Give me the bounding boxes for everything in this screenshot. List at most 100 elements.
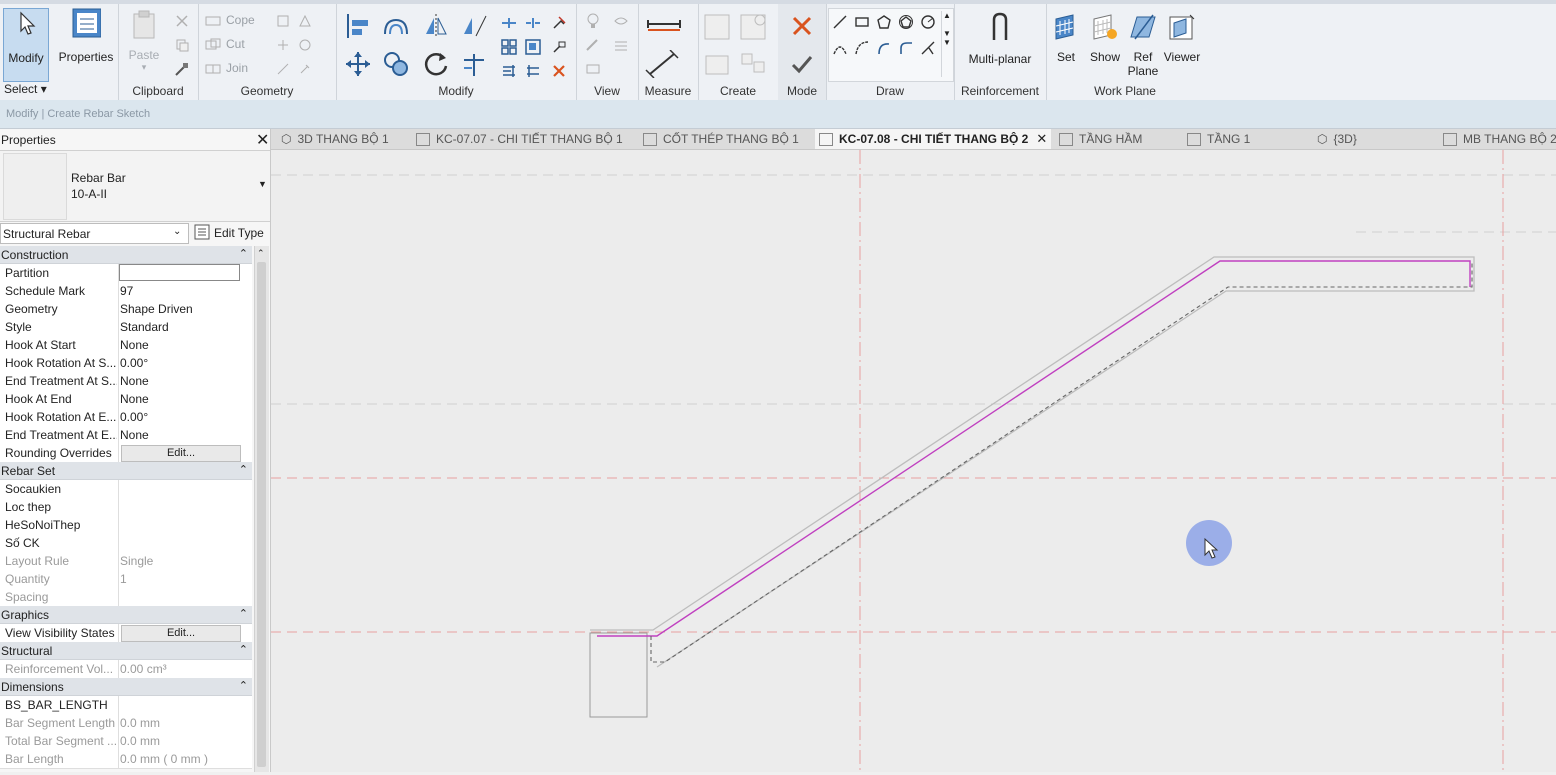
group-dimensions[interactable]: Dimensions ⌃ (0, 678, 252, 696)
array-icon[interactable] (500, 38, 518, 56)
group-structural[interactable]: Structural ⌃ (0, 642, 252, 660)
create-similar-icon[interactable] (738, 48, 768, 78)
viewer-button[interactable]: Viewer (1162, 12, 1202, 64)
instance-filter-dropdown[interactable]: Structural Rebar ⌄ (0, 223, 189, 244)
fillet-arc-icon[interactable] (897, 39, 915, 57)
set-workplane-button[interactable]: Set (1050, 12, 1082, 64)
arc-3pt-icon[interactable] (831, 39, 849, 57)
show-workplane-button[interactable]: Show (1088, 12, 1122, 64)
select-dropdown[interactable]: Select ▾ (4, 82, 47, 96)
close-tab-icon[interactable]: ✕ (1036, 131, 1047, 147)
type-dropdown-arrow-icon[interactable]: ▼ (258, 179, 267, 189)
group-graphics[interactable]: Graphics ⌃ (0, 606, 252, 624)
modify-button[interactable]: Modify (3, 8, 49, 82)
row-hook-rotation-start[interactable]: Hook Rotation At S... 0.00° (0, 354, 252, 373)
prop-value[interactable]: Shape Driven (120, 302, 240, 316)
linework-icon[interactable] (612, 36, 630, 54)
align-icon[interactable] (344, 12, 372, 40)
lightbulb-icon[interactable] (584, 12, 602, 30)
create-assembly-icon[interactable] (702, 12, 732, 42)
row-rounding-overrides[interactable]: Rounding Overrides Edit... (0, 444, 252, 463)
match-properties-icon[interactable] (173, 60, 191, 78)
unpin-icon[interactable] (550, 14, 568, 32)
polygon-icon[interactable] (875, 13, 893, 31)
prop-value[interactable]: 97 (120, 284, 240, 298)
mirror-axis-icon[interactable] (422, 12, 450, 40)
row-geometry[interactable]: Geometry Shape Driven (0, 300, 252, 319)
scale-icon[interactable] (524, 38, 542, 56)
rectangle-icon[interactable] (853, 13, 871, 31)
copy-icon[interactable] (173, 36, 191, 54)
rounding-edit-button[interactable]: Edit... (121, 445, 241, 462)
row-schedule-mark[interactable]: Schedule Mark 97 (0, 282, 252, 301)
tab-tang-ham[interactable]: TẦNG HẦM (1059, 129, 1142, 149)
geo-tool-4-icon[interactable] (296, 36, 314, 54)
row-style[interactable]: Style Standard (0, 318, 252, 337)
arc-tangent-icon[interactable] (875, 39, 893, 57)
move-icon[interactable] (344, 50, 372, 78)
tab-3d-thang-bo-1[interactable]: ⬡ 3D THANG BỘ 1 (281, 129, 389, 149)
partition-input[interactable] (119, 264, 240, 281)
prop-value[interactable]: 0.00° (120, 356, 240, 370)
tab-cot-thep[interactable]: CỐT THÉP THANG BỘ 1 (643, 129, 799, 149)
hide-element-icon[interactable] (612, 12, 630, 30)
finish-edit-checkmark-icon[interactable] (790, 52, 814, 76)
drawing-svg[interactable] (271, 150, 1556, 772)
properties-scrollbar[interactable]: ⌃ (254, 246, 269, 772)
close-properties-icon[interactable]: ✕ (256, 130, 269, 150)
geo-tool-2-icon[interactable] (296, 12, 314, 30)
trim-extend-icon[interactable] (460, 50, 488, 78)
mirror-draw-icon[interactable] (460, 12, 488, 40)
row-partition[interactable]: Partition (0, 264, 252, 283)
prop-value[interactable]: None (120, 428, 240, 442)
cancel-edit-x-icon[interactable] (790, 14, 814, 38)
tab-mb-thang-bo-2[interactable]: MB THANG BỘ 2 (1443, 129, 1556, 149)
row-so-ck[interactable]: Số CK (0, 534, 252, 553)
trim-multiple-icon[interactable] (500, 62, 518, 80)
row-hook-at-start[interactable]: Hook At Start None (0, 336, 252, 355)
row-bs-bar-length[interactable]: BS_BAR_LENGTH (0, 696, 252, 715)
ref-plane-button[interactable]: Ref Plane (1126, 12, 1160, 78)
measure-along-icon[interactable] (644, 50, 684, 78)
split-icon[interactable] (500, 14, 518, 32)
pin-icon[interactable] (550, 38, 568, 56)
row-end-treatment-end[interactable]: End Treatment At E... None (0, 426, 252, 445)
scroll-up-icon[interactable]: ⌃ (257, 248, 265, 259)
circle-icon[interactable] (919, 13, 937, 31)
prop-value[interactable]: None (120, 374, 240, 388)
row-socaukien[interactable]: Socaukien (0, 480, 252, 499)
tab-kc-07-07[interactable]: KC-07.07 - CHI TIẾT THANG BỘ 1 (416, 129, 623, 149)
row-view-visibility[interactable]: View Visibility States Edit... (0, 624, 252, 643)
tab-kc-07-08[interactable]: KC-07.08 - CHI TIẾT THANG BỘ 2 ✕ (815, 129, 1052, 149)
geo-tool-5-icon[interactable] (274, 60, 292, 78)
edit-type-button[interactable]: Edit Type (192, 223, 270, 242)
group-rebar-set[interactable]: Rebar Set ⌃ (0, 462, 252, 480)
prop-value[interactable]: None (120, 392, 240, 406)
line-icon[interactable] (831, 13, 849, 31)
prop-value[interactable]: 0.00° (120, 410, 240, 424)
group-construction[interactable]: Construction ⌃ (0, 246, 252, 264)
split-gap-icon[interactable] (524, 14, 542, 32)
measure-between-icon[interactable] (644, 16, 684, 36)
properties-button[interactable]: Properties (59, 8, 113, 80)
pick-lines-icon[interactable] (919, 39, 937, 57)
create-parts-icon[interactable] (738, 12, 768, 42)
prop-value[interactable]: None (120, 338, 240, 352)
create-group-icon[interactable] (702, 48, 732, 78)
draw-gallery-scroll[interactable]: ▲ ▼ ▼ (941, 11, 952, 77)
override-graphics-icon[interactable] (584, 36, 602, 54)
cut-geometry-icon[interactable] (204, 36, 222, 54)
prop-value[interactable]: Standard (120, 320, 240, 334)
join-icon[interactable] (204, 60, 222, 78)
cut-clip-icon[interactable] (173, 12, 191, 30)
polygon-circ-icon[interactable] (897, 13, 915, 31)
delete-icon[interactable] (550, 62, 568, 80)
tab-3d[interactable]: ⬡ {3D} (1317, 129, 1357, 149)
geo-tool-3-icon[interactable] (274, 36, 292, 54)
drawing-canvas[interactable] (271, 150, 1556, 772)
offset-icon[interactable] (382, 12, 410, 40)
paint-icon[interactable] (584, 60, 602, 78)
visibility-edit-button[interactable]: Edit... (121, 625, 241, 642)
paste-button[interactable]: Paste ▾ (124, 10, 164, 73)
cope-icon[interactable] (204, 12, 222, 30)
